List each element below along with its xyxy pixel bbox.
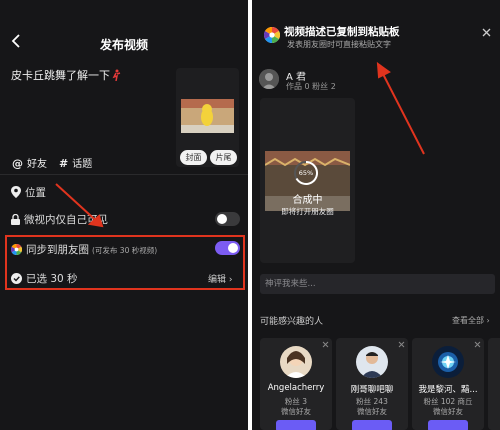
topic-button[interactable]: # 话题 xyxy=(59,155,92,170)
recommend-mutual: 微信好友 xyxy=(281,407,311,416)
location-row[interactable]: 位置 xyxy=(11,185,46,200)
topic-label: 话题 xyxy=(72,159,93,170)
sync-moments-label: 同步到朋友圈 xyxy=(26,244,89,256)
avatar[interactable] xyxy=(259,69,279,89)
sync-moments-note: (可发布 30 秒视频) xyxy=(92,246,158,255)
close-icon[interactable] xyxy=(322,341,329,348)
recommend-mutual: 微信好友 xyxy=(433,407,463,416)
close-icon[interactable] xyxy=(398,341,405,348)
see-all-link[interactable]: 查看全部 › xyxy=(452,315,490,326)
avatar xyxy=(280,346,312,378)
location-label: 位置 xyxy=(25,187,46,199)
recommend-card[interactable]: 刚哥聊吧聊 粉丝 243 微信好友 xyxy=(336,338,408,430)
close-icon[interactable] xyxy=(474,341,481,348)
red-arrow-annotation xyxy=(55,183,104,228)
recommend-title: 可能感兴趣的人 xyxy=(260,317,324,327)
sync-moments-toggle[interactable] xyxy=(215,241,240,255)
ending-button[interactable]: 片尾 xyxy=(210,150,237,165)
compose-status: 合成中 xyxy=(292,195,323,206)
avatar xyxy=(356,346,388,378)
recommend-card[interactable]: 我是黎河、黯... 粉丝 102 商丘 微信好友 xyxy=(412,338,484,430)
compose-subtext: 即将打开朋友圈 xyxy=(281,207,334,216)
recommend-name: Angelacherry xyxy=(267,383,325,393)
toast-subtitle: 发表朋友圈时可直接粘贴文字 xyxy=(287,40,391,49)
hashtag-icon: # xyxy=(59,157,69,170)
toggle-knob xyxy=(228,243,238,253)
wechat-moments-icon xyxy=(10,244,23,255)
pikachu-scene-image xyxy=(181,99,234,133)
publish-video-screen: 发布视频 皮卡丘跳舞了解一下 封面 片尾 @ 好友 # 话题 位置 微视内仅自己可见 xyxy=(0,0,248,430)
avatar xyxy=(432,346,464,378)
red-arrow-annotation xyxy=(376,61,425,155)
user-stats: 作品 0 粉丝 2 xyxy=(286,82,336,91)
divider xyxy=(0,174,248,175)
toggle-knob xyxy=(217,214,227,224)
location-pin-icon xyxy=(11,186,21,198)
comment-input[interactable] xyxy=(260,274,495,294)
at-icon: @ xyxy=(12,157,23,170)
recommend-card[interactable]: Angelacherry 粉丝 3 微信好友 xyxy=(260,338,332,430)
sync-moments-row: 同步到朋友圈 (可发布 30 秒视频) xyxy=(10,242,158,257)
recommend-name: 我是黎河、黯... xyxy=(418,385,478,395)
follow-button[interactable] xyxy=(276,420,316,430)
selected-duration-label: 已选 30 秒 xyxy=(26,273,78,285)
mention-friend-button[interactable]: @ 好友 xyxy=(12,155,47,170)
user-avatar-image xyxy=(259,69,279,89)
recommend-mutual: 微信好友 xyxy=(357,407,387,416)
video-caption[interactable]: 皮卡丘跳舞了解一下 xyxy=(11,67,121,83)
follow-button[interactable] xyxy=(428,420,468,430)
moments-compose-screen: 视频描述已复制到粘贴板 发表朋友圈时可直接粘贴文字 A 君 作品 0 粉丝 2 … xyxy=(252,0,500,430)
follow-button[interactable] xyxy=(352,420,392,430)
page-title: 发布视频 xyxy=(99,38,148,52)
copied-toast: 视频描述已复制到粘贴板 发表朋友圈时可直接粘贴文字 xyxy=(252,18,500,54)
header: 发布视频 xyxy=(0,0,248,52)
dancer-emoji-icon xyxy=(112,69,121,81)
lock-icon xyxy=(11,213,20,225)
close-icon[interactable] xyxy=(482,28,491,37)
cover-button[interactable]: 封面 xyxy=(180,150,207,165)
selected-duration-row: 已选 30 秒 xyxy=(11,271,78,286)
private-visibility-toggle[interactable] xyxy=(215,212,240,226)
recommend-name: 刚哥聊吧聊 xyxy=(350,385,394,395)
video-preview-card[interactable]: 65% 合成中 即将打开朋友圈 xyxy=(260,98,355,263)
check-circle-icon xyxy=(11,273,22,284)
recommend-card[interactable] xyxy=(488,338,500,430)
toast-title: 视频描述已复制到粘贴板 xyxy=(284,26,400,38)
edit-duration-link[interactable]: 编辑 › xyxy=(208,272,232,285)
mention-friend-label: 好友 xyxy=(27,159,47,170)
progress-percent: 65% xyxy=(298,169,314,177)
wechat-moments-icon xyxy=(264,27,280,43)
caption-text: 皮卡丘跳舞了解一下 xyxy=(11,69,110,82)
